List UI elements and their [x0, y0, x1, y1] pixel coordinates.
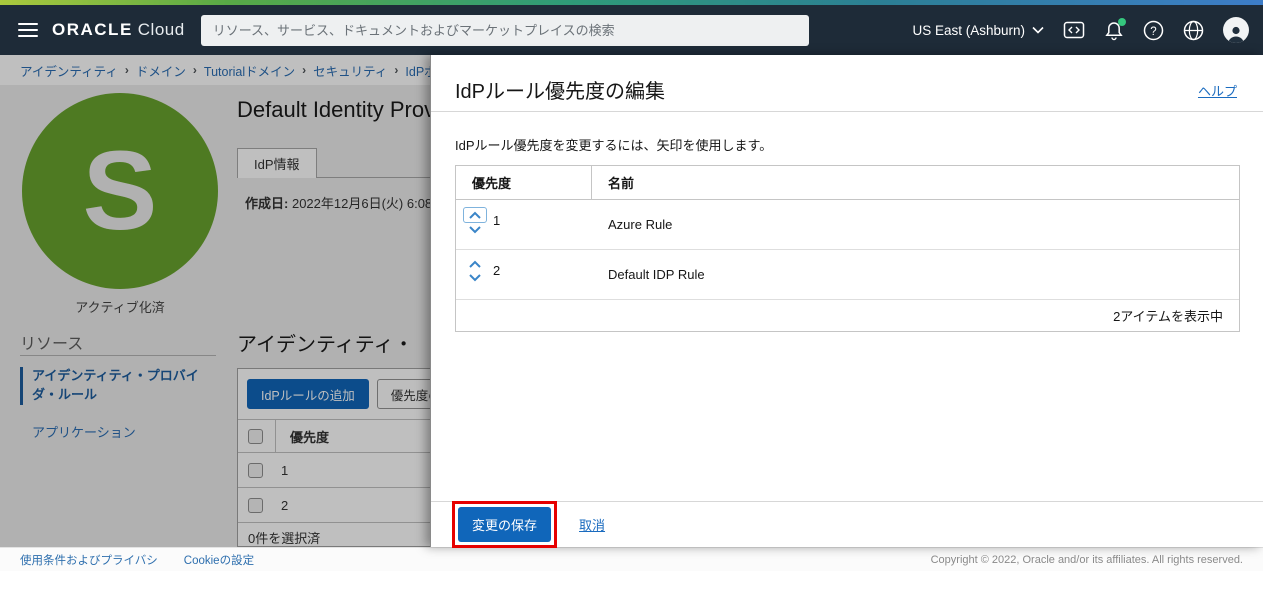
logo-cloud-text: Cloud [138, 20, 185, 39]
help-link[interactable]: ヘルプ [1198, 81, 1237, 100]
priority-value: 1 [493, 213, 500, 228]
reorder-arrows [462, 257, 488, 284]
search-input[interactable] [201, 15, 809, 46]
profile-avatar-icon[interactable] [1223, 17, 1249, 43]
rule-name: Default IDP Rule [592, 250, 1239, 299]
panel-footer: 変更の保存 取消 [431, 501, 1263, 547]
cookie-settings-link[interactable]: Cookieの設定 [184, 552, 254, 568]
priority-row-azure: 1 Azure Rule [456, 200, 1239, 250]
move-up-button[interactable] [464, 257, 486, 271]
red-annotation-box: 変更の保存 [452, 501, 557, 548]
items-shown-status: 2アイテムを表示中 [456, 300, 1239, 331]
svg-text:?: ? [1150, 26, 1156, 38]
notification-dot [1118, 18, 1126, 26]
panel-title: IdPルール優先度の編集 [455, 75, 665, 104]
help-question-icon[interactable]: ? [1143, 20, 1164, 41]
notifications-bell-icon[interactable] [1104, 20, 1124, 41]
priority-column-header: 優先度 [456, 166, 592, 199]
priority-row-default: 2 Default IDP Rule [456, 250, 1239, 300]
chevron-down-icon [1032, 26, 1044, 34]
terms-privacy-link[interactable]: 使用条件およびプライバシ [20, 552, 158, 568]
page-footer: 使用条件およびプライバシ Cookieの設定 Copyright © 2022,… [0, 547, 1263, 571]
copyright-text: Copyright © 2022, Oracle and/or its affi… [931, 554, 1243, 566]
header-right-controls: US East (Ashburn) ? [912, 5, 1249, 55]
logo-oracle-text: ORACLE [52, 20, 133, 39]
code-console-icon[interactable] [1063, 20, 1085, 40]
name-column-header: 名前 [592, 166, 1239, 199]
oracle-cloud-logo[interactable]: ORACLE Cloud [52, 20, 185, 40]
reorder-arrows [462, 207, 488, 236]
panel-description: IdPルール優先度を変更するには、矢印を使用します。 [455, 135, 772, 154]
priority-table: 優先度 名前 1 Azure Rule [455, 165, 1240, 332]
move-down-button[interactable] [464, 271, 486, 284]
edit-priority-panel: IdPルール優先度の編集 ヘルプ IdPルール優先度を変更するには、矢印を使用し… [430, 55, 1263, 547]
rule-name: Azure Rule [592, 200, 1239, 249]
move-up-button-focused[interactable] [463, 207, 487, 223]
region-selector[interactable]: US East (Ashburn) [912, 23, 1044, 38]
language-globe-icon[interactable] [1183, 20, 1204, 41]
cancel-link[interactable]: 取消 [579, 515, 605, 534]
region-label: US East (Ashburn) [912, 23, 1025, 38]
priority-table-header: 優先度 名前 [456, 166, 1239, 200]
priority-value: 2 [493, 263, 500, 278]
move-down-button[interactable] [464, 223, 486, 236]
save-changes-button[interactable]: 変更の保存 [458, 507, 551, 542]
panel-title-divider [431, 111, 1263, 112]
hamburger-menu-icon[interactable] [18, 19, 38, 41]
